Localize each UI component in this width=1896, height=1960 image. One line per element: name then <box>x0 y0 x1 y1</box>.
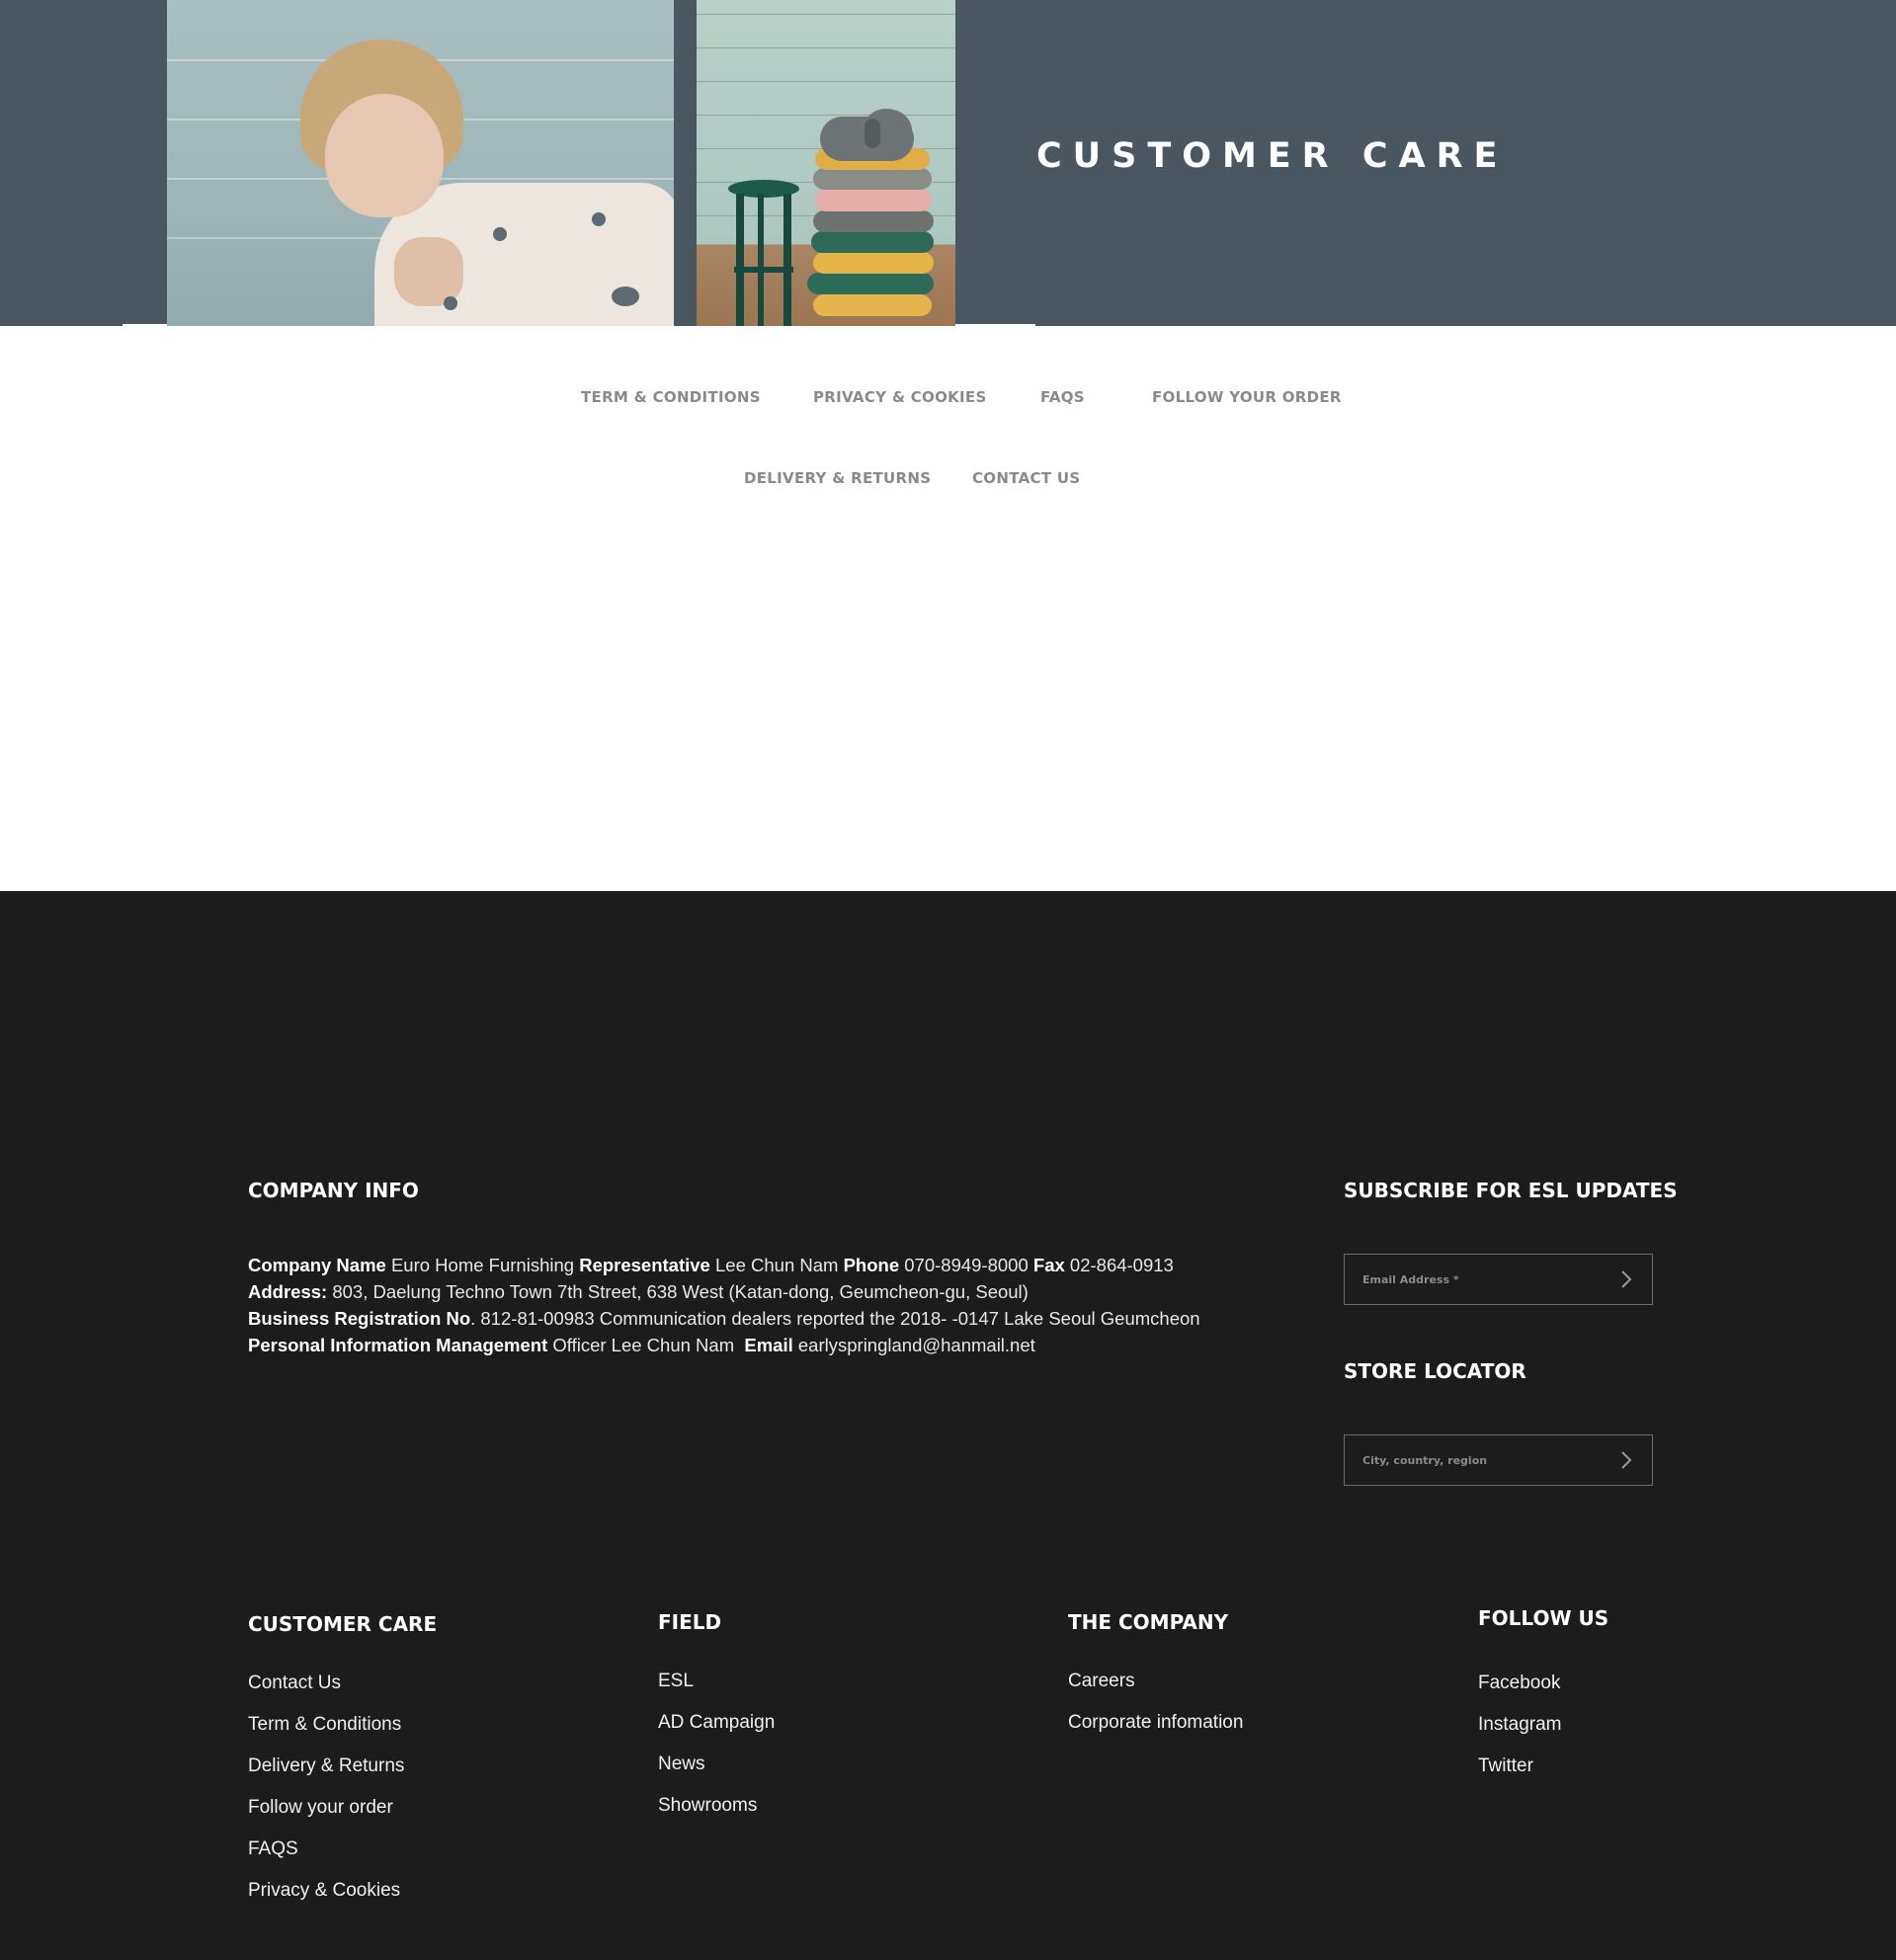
nav-contact-us[interactable]: CONTACT US <box>972 469 1080 487</box>
fax-label: Fax <box>1032 1255 1065 1275</box>
footer-link-contact-us[interactable]: Contact Us <box>248 1673 341 1694</box>
footer-link-twitter[interactable]: Twitter <box>1478 1756 1533 1777</box>
hero-portrait-photo <box>167 0 674 326</box>
company-name-label: Company Name <box>248 1255 386 1275</box>
business-registration: . 812-81-00983 Communication dealers rep… <box>470 1308 1200 1329</box>
representative: Lee Chun Nam <box>715 1255 839 1275</box>
footer-the-company-heading: THE COMPANY <box>1068 1610 1229 1634</box>
email: earlyspringland@hanmail.net <box>797 1335 1035 1355</box>
subscribe-submit-button[interactable] <box>1614 1267 1638 1291</box>
footer-link-facebook[interactable]: Facebook <box>1478 1673 1560 1694</box>
company-info-line-4: Personal Information Management Officer … <box>248 1335 1035 1356</box>
fax: 02-864-0913 <box>1069 1255 1174 1275</box>
footer-follow-us-heading: FOLLOW US <box>1478 1606 1609 1630</box>
nav-term-conditions[interactable]: TERM & CONDITIONS <box>581 388 761 406</box>
subscribe-form <box>1344 1254 1653 1305</box>
footer-link-esl[interactable]: ESL <box>658 1671 694 1692</box>
footer-link-corporate-information[interactable]: Corporate infomation <box>1068 1712 1243 1734</box>
nav-delivery-returns[interactable]: DELIVERY & RETURNS <box>744 469 931 487</box>
chevron-right-icon <box>1621 1270 1632 1288</box>
address: 803, Daelung Techno Town 7th Street, 638… <box>332 1281 1029 1302</box>
company-info-line-1: Company Name Euro Home Furnishing Repres… <box>248 1255 1174 1276</box>
store-locator-submit-button[interactable] <box>1614 1448 1638 1472</box>
footer-link-delivery-returns[interactable]: Delivery & Returns <box>248 1756 404 1777</box>
footer-link-news[interactable]: News <box>658 1754 705 1775</box>
pim-label: Personal Information Management <box>248 1335 548 1355</box>
footer-link-faqs[interactable]: FAQS <box>248 1838 298 1860</box>
footer-customer-care-heading: CUSTOMER CARE <box>248 1612 438 1636</box>
footer-link-showrooms[interactable]: Showrooms <box>658 1795 757 1817</box>
company-info-heading: COMPANY INFO <box>248 1179 419 1202</box>
nav-privacy-cookies[interactable]: PRIVACY & COOKIES <box>813 388 987 406</box>
company-info-line-2: Address: 803, Daelung Techno Town 7th St… <box>248 1281 1029 1303</box>
footer-field-heading: FIELD <box>658 1610 722 1634</box>
business-registration-label: Business Registration No <box>248 1308 471 1329</box>
subscribe-heading: SUBSCRIBE FOR ESL UPDATES <box>1344 1179 1678 1202</box>
email-address-input[interactable] <box>1362 1255 1609 1304</box>
hero-divider-left <box>123 324 167 326</box>
company-name: Euro Home Furnishing <box>390 1255 575 1275</box>
footer-link-instagram[interactable]: Instagram <box>1478 1714 1561 1736</box>
hero-stool-photo <box>697 0 955 326</box>
page-title: CUSTOMER CARE <box>1036 136 1509 176</box>
pim-officer: Officer Lee Chun Nam <box>552 1335 735 1355</box>
chevron-right-icon <box>1621 1451 1632 1469</box>
phone-label: Phone <box>843 1255 900 1275</box>
nav-follow-your-order[interactable]: FOLLOW YOUR ORDER <box>1152 388 1342 406</box>
store-location-input[interactable] <box>1362 1435 1609 1485</box>
footer-link-careers[interactable]: Careers <box>1068 1671 1135 1692</box>
store-locator-form <box>1344 1434 1653 1486</box>
address-label: Address: <box>248 1281 328 1302</box>
footer-link-ad-campaign[interactable]: AD Campaign <box>658 1712 775 1734</box>
footer-link-privacy-cookies[interactable]: Privacy & Cookies <box>248 1880 400 1902</box>
store-locator-heading: STORE LOCATOR <box>1344 1359 1526 1383</box>
footer-link-follow-your-order[interactable]: Follow your order <box>248 1797 393 1819</box>
representative-label: Representative <box>579 1255 710 1275</box>
company-info-line-3: Business Registration No. 812-81-00983 C… <box>248 1308 1200 1330</box>
footer-link-term-conditions[interactable]: Term & Conditions <box>248 1714 401 1736</box>
phone: 070-8949-8000 <box>904 1255 1029 1275</box>
hero-divider-right <box>954 324 1035 326</box>
email-label: Email <box>744 1335 793 1355</box>
nav-faqs[interactable]: FAQS <box>1040 388 1085 406</box>
